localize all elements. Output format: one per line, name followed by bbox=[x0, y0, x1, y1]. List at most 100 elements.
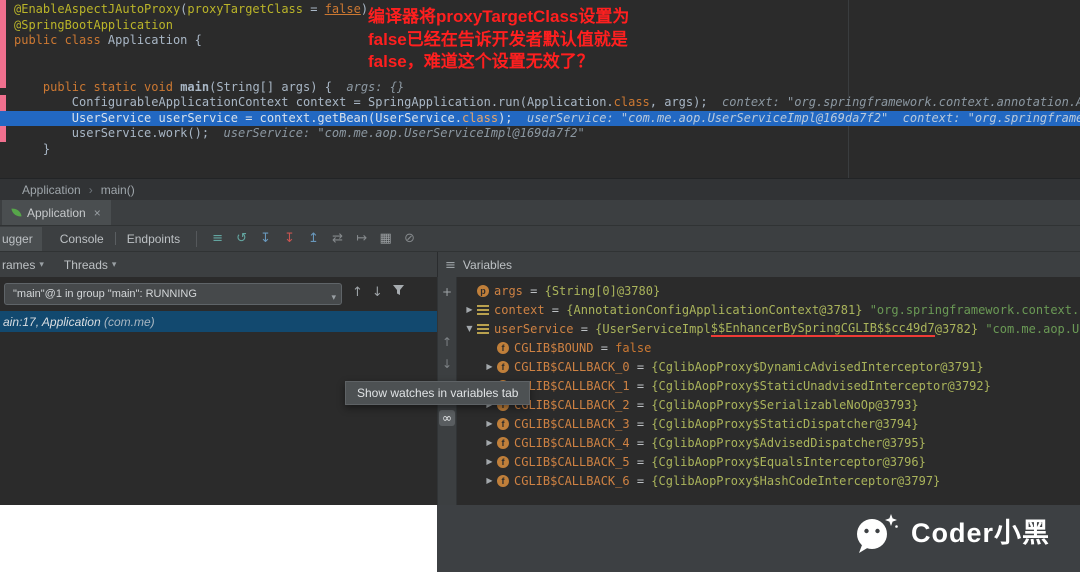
step-into-icon[interactable]: ↧ bbox=[279, 231, 300, 246]
variable-row[interactable]: ▶fCGLIB$CALLBACK_2 = {CglibAopProxy$Seri… bbox=[458, 395, 1080, 414]
tab-divider bbox=[115, 232, 116, 245]
variable-value: = bbox=[545, 303, 567, 317]
toolwindow-tab[interactable]: Console bbox=[54, 232, 110, 246]
variable-value: false bbox=[615, 341, 651, 355]
debug-panes-header: rames ▾ Threads ▾ ≡ Variables bbox=[0, 251, 1080, 277]
show-watches-icon[interactable]: ∞ bbox=[439, 410, 455, 426]
threads-tab-label: Threads bbox=[64, 258, 108, 272]
filter-icon[interactable] bbox=[392, 284, 405, 300]
object-icon bbox=[477, 305, 489, 315]
variable-value: = bbox=[630, 398, 652, 412]
variable-value: {CglibAopProxy$AdvisedDispatcher@3795} bbox=[651, 436, 926, 450]
variable-row[interactable]: ▶fCGLIB$CALLBACK_1 = {CglibAopProxy$Stat… bbox=[458, 376, 1080, 395]
code-editor[interactable]: @EnableAspectJAutoProxy(proxyTargetClass… bbox=[0, 0, 1080, 178]
variable-row[interactable]: ▶fCGLIB$CALLBACK_4 = {CglibAopProxy$Advi… bbox=[458, 433, 1080, 452]
variable-value: = bbox=[630, 417, 652, 431]
ide-window: @EnableAspectJAutoProxy(proxyTargetClass… bbox=[0, 0, 1080, 572]
code-line: public static void main(String[] args) {… bbox=[0, 80, 1080, 96]
thread-selector-value: "main"@1 in group "main": RUNNING bbox=[13, 288, 197, 300]
frames-threads-tabs: rames ▾ Threads ▾ bbox=[2, 252, 116, 278]
expand-arrow-icon[interactable]: ▶ bbox=[482, 419, 497, 428]
next-frame-icon[interactable]: ↓ bbox=[372, 285, 383, 300]
parameter-icon: p bbox=[477, 285, 489, 297]
expand-arrow-icon[interactable]: ▶ bbox=[482, 438, 497, 447]
add-watch-icon[interactable]: + bbox=[439, 284, 455, 300]
variables-list: pargs = {String[0]@3780}▶context = {Anno… bbox=[458, 277, 1080, 505]
variable-value: {CglibAopProxy$DynamicAdvisedInterceptor… bbox=[651, 360, 983, 374]
step-over-icon[interactable]: ↧ bbox=[255, 231, 276, 246]
toolwindow-tab[interactable]: ugger bbox=[0, 227, 42, 251]
watermark-text: Coder小黑 bbox=[911, 512, 1050, 554]
variable-row[interactable]: ▶fCGLIB$CALLBACK_6 = {CglibAopProxy$Hash… bbox=[458, 471, 1080, 490]
variable-row[interactable]: pargs = {String[0]@3780} bbox=[458, 281, 1080, 300]
expand-arrow-icon[interactable]: ▶ bbox=[482, 476, 497, 485]
variable-row[interactable]: fCGLIB$BOUND = false bbox=[458, 338, 1080, 357]
variable-value: @3782} bbox=[935, 322, 986, 336]
editor-stripe-top bbox=[0, 0, 6, 88]
code-line: ConfigurableApplicationContext context =… bbox=[0, 95, 1080, 111]
toolwindow-tab[interactable]: Endpoints bbox=[121, 232, 186, 246]
expand-arrow-icon[interactable]: ▶ bbox=[482, 362, 497, 371]
field-icon: f bbox=[497, 418, 509, 430]
code-line: userService.work(); userService: "com.me… bbox=[0, 126, 1080, 142]
variable-name: CGLIB$CALLBACK_6 bbox=[514, 474, 630, 488]
debugger-tabs: ugger Console Endpoints bbox=[0, 227, 186, 251]
chevron-down-icon: ▾ bbox=[331, 288, 336, 305]
stack-frame-label: ain:17, Application bbox=[3, 315, 104, 329]
variable-value: "com.me.aop.User bbox=[985, 322, 1080, 336]
chevron-down-icon: ▾ bbox=[112, 260, 117, 270]
stack-frame-row[interactable]: ain:17, Application (com.me) bbox=[0, 311, 437, 332]
navigate-up-icon[interactable]: ↑ bbox=[439, 334, 455, 350]
thread-selector[interactable]: "main"@1 in group "main": RUNNING ▾ bbox=[4, 283, 342, 305]
tab-threads[interactable]: Threads ▾ bbox=[64, 258, 117, 272]
breadcrumb-item[interactable]: Application bbox=[22, 183, 81, 197]
layout-menu-icon[interactable]: ≡ bbox=[207, 231, 228, 246]
footer: Coder小黑 bbox=[0, 505, 1080, 572]
view-breakpoints-icon[interactable]: ▦ bbox=[375, 231, 396, 246]
variable-value: {CglibAopProxy$SerializableNoOp@3793} bbox=[651, 398, 918, 412]
field-icon: f bbox=[497, 437, 509, 449]
run-to-cursor-icon[interactable]: ↦ bbox=[351, 231, 372, 246]
object-icon bbox=[477, 324, 489, 334]
variable-value: "org.springframework.context.annotat bbox=[870, 303, 1080, 317]
field-icon: f bbox=[497, 342, 509, 354]
debug-content: "main"@1 in group "main": RUNNING ▾ ↑↓ a… bbox=[0, 277, 1080, 505]
expand-arrow-icon[interactable]: ▶ bbox=[482, 457, 497, 466]
close-icon[interactable]: × bbox=[94, 206, 101, 220]
expand-arrow-icon[interactable]: ▼ bbox=[462, 324, 477, 333]
variable-value: = bbox=[573, 322, 595, 336]
variable-value: = bbox=[630, 379, 652, 393]
toolbar-separator bbox=[196, 231, 197, 247]
show-execution-point-icon[interactable]: ↺ bbox=[231, 231, 252, 246]
tab-application[interactable]: Application × bbox=[2, 200, 111, 225]
variable-name: CGLIB$CALLBACK_5 bbox=[514, 455, 630, 469]
variable-name: CGLIB$CALLBACK_1 bbox=[514, 379, 630, 393]
watermark-area: Coder小黑 bbox=[437, 505, 1080, 572]
variable-name: CGLIB$CALLBACK_3 bbox=[514, 417, 630, 431]
stack-frame-package: (com.me) bbox=[104, 315, 155, 329]
frames-nav: ↑↓ bbox=[352, 284, 405, 300]
variable-row[interactable]: ▼ userService = {UserServiceImpl$$Enhance… bbox=[458, 319, 1080, 338]
navigate-down-icon[interactable]: ↓ bbox=[439, 356, 455, 372]
variable-value: {CglibAopProxy$EqualsInterceptor@3796} bbox=[651, 455, 926, 469]
variable-row[interactable]: ▶context = {AnnotationConfigApplicationC… bbox=[458, 300, 1080, 319]
field-icon: f bbox=[497, 475, 509, 487]
variable-name: userService bbox=[494, 322, 573, 336]
drop-frame-icon[interactable]: ⇄ bbox=[327, 231, 348, 246]
mute-breakpoints-icon[interactable]: ⊘ bbox=[399, 231, 420, 246]
previous-frame-icon[interactable]: ↑ bbox=[352, 285, 363, 300]
variable-value: {UserServiceImpl bbox=[595, 322, 711, 336]
menu-icon[interactable]: ≡ bbox=[445, 258, 456, 273]
variable-row[interactable]: ▶fCGLIB$CALLBACK_0 = {CglibAopProxy$Dyna… bbox=[458, 357, 1080, 376]
variable-value: = bbox=[593, 341, 615, 355]
expand-arrow-icon[interactable]: ▶ bbox=[462, 305, 477, 314]
tab-frames[interactable]: rames ▾ bbox=[2, 258, 44, 272]
breadcrumb-item[interactable]: main() bbox=[101, 183, 135, 197]
variable-row[interactable]: ▶fCGLIB$CALLBACK_5 = {CglibAopProxy$Equa… bbox=[458, 452, 1080, 471]
wechat-icon bbox=[853, 512, 899, 559]
variable-value: $$EnhancerBySpringCGLIB$$cc49d7 bbox=[711, 321, 935, 337]
debug-toolbar: uggerConsoleEndpoints ≡↺↧↧↥⇄↦▦⊘ bbox=[0, 225, 1080, 251]
step-out-icon[interactable]: ↥ bbox=[303, 231, 324, 246]
variables-header: ≡ Variables bbox=[437, 252, 1080, 278]
variable-row[interactable]: ▶fCGLIB$CALLBACK_3 = {CglibAopProxy$Stat… bbox=[458, 414, 1080, 433]
